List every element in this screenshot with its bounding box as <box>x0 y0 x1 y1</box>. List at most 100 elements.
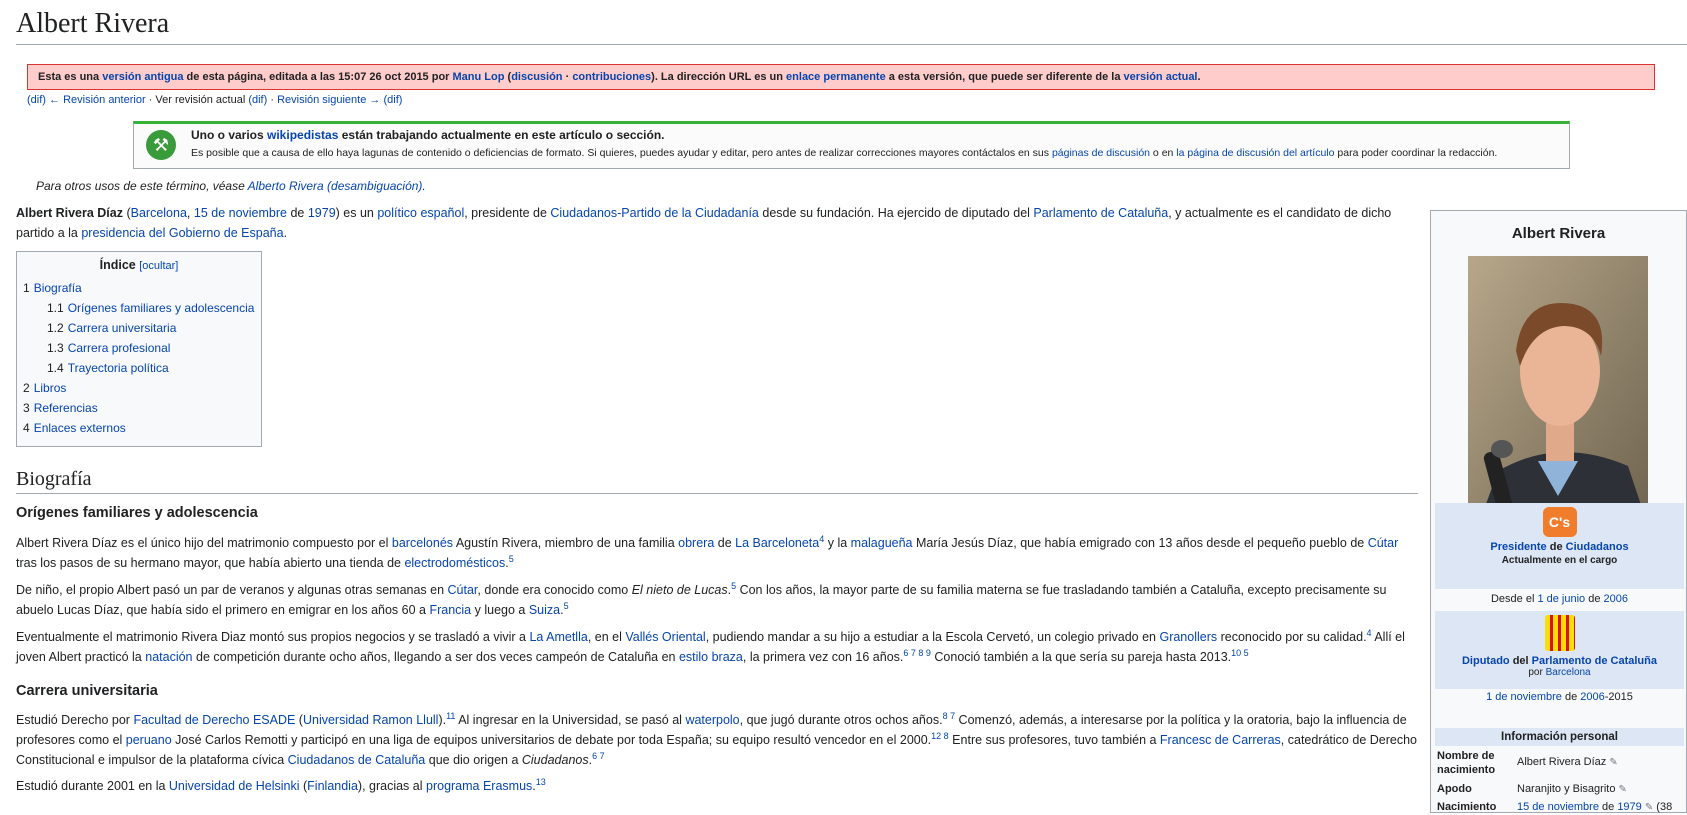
barcelones-link[interactable]: barcelonés <box>392 536 453 550</box>
ciudadanos-link[interactable]: Ciudadanos <box>1566 541 1629 553</box>
parliament-link[interactable]: Parlamento de Cataluña <box>1033 206 1168 220</box>
birthyear-link[interactable]: 1979 <box>1617 801 1641 813</box>
estilo-braza-link[interactable]: estilo braza <box>679 650 743 664</box>
since-year-link[interactable]: 2006 <box>1604 593 1628 605</box>
diff-next-link[interactable]: (dif) <box>383 94 402 106</box>
ramon-llull-link[interactable]: Universidad Ramon Llull <box>303 713 438 727</box>
p4-text-b: ( <box>295 713 303 727</box>
lead-text-6: desde su fundación. Ha ejercido de diput… <box>758 206 1034 220</box>
presidency-link[interactable]: presidencia del Gobierno de España <box>81 226 283 240</box>
office2-constituency: por Barcelona <box>1435 667 1684 678</box>
edit-pencil-icon[interactable]: ✎ <box>1645 802 1653 813</box>
reference-link[interactable]: 6 7 <box>592 751 605 761</box>
suiza-link[interactable]: Suiza <box>529 603 560 617</box>
toc-item[interactable]: 1.4 Trayectoria política <box>23 358 261 378</box>
birthdate-link[interactable]: 15 de noviembre <box>1517 801 1599 813</box>
toc-item-link[interactable]: Trayectoria política <box>68 361 169 375</box>
presidente-link[interactable]: Presidente <box>1490 541 1546 553</box>
disambiguation-link[interactable]: Alberto Rivera (desambiguación) <box>248 179 423 193</box>
talk-pages-link[interactable]: páginas de discusión <box>1052 147 1150 159</box>
politician-link[interactable]: político español <box>377 206 464 220</box>
toc-item-link[interactable]: Referencias <box>34 401 98 415</box>
toc-item-link[interactable]: Libros <box>34 381 67 395</box>
office2-de: de <box>1561 691 1581 703</box>
reference-link[interactable]: 13 <box>536 777 546 787</box>
p3-text-c: , pudiendo mandar a su hijo a estudiar a… <box>705 630 1160 644</box>
reference-link[interactable]: 12 8 <box>931 731 949 741</box>
revision-text-5: a esta versión, que puede ser diferente … <box>885 71 1124 83</box>
toc-item[interactable]: 1 Biografía <box>23 278 261 298</box>
toc-title-text: Índice <box>99 258 136 272</box>
ciudadanos-de-cataluna-link[interactable]: Ciudadanos de Cataluña <box>288 753 426 767</box>
page-title: Albert Rivera <box>16 6 1687 46</box>
toc-item-link[interactable]: Enlaces externos <box>34 421 126 435</box>
p2-text-a: De niño, el propio Albert pasó un par de… <box>16 583 448 597</box>
francesc-de-carreras-link[interactable]: Francesc de Carreras <box>1160 733 1281 747</box>
prev-revision-link[interactable]: ← Revisión anterior <box>49 94 146 106</box>
birthdate-link[interactable]: 15 de noviembre <box>194 206 287 220</box>
toc-item[interactable]: 3 Referencias <box>23 398 261 418</box>
reference-link[interactable]: 6 7 8 9 <box>903 648 931 658</box>
office2-start-date-link[interactable]: 1 de noviembre <box>1486 691 1562 703</box>
party-link[interactable]: Ciudadanos-Partido de la Ciudadanía <box>550 206 758 220</box>
toc-item[interactable]: 1.3 Carrera profesional <box>23 338 261 358</box>
erasmus-link[interactable]: programa Erasmus <box>426 779 532 793</box>
user-link[interactable]: Manu Lop <box>453 71 505 83</box>
edit-pencil-icon[interactable]: ✎ <box>1619 784 1627 795</box>
edit-pencil-icon[interactable]: ✎ <box>1609 757 1617 768</box>
wikipedistas-link[interactable]: wikipedistas <box>267 128 338 142</box>
electrodomesticos-link[interactable]: electrodomésticos <box>404 556 505 570</box>
article-talk-link[interactable]: la página de discusión del artículo <box>1176 147 1334 159</box>
finlandia-link[interactable]: Finlandia <box>307 779 358 793</box>
toc-item[interactable]: 1.1 Orígenes familiares y adolescencia <box>23 298 261 318</box>
la-ametlla-link[interactable]: La Ametlla <box>529 630 587 644</box>
toc-item[interactable]: 2 Libros <box>23 378 261 398</box>
birthplace-link[interactable]: Barcelona <box>131 206 187 220</box>
toc-item-link[interactable]: Carrera profesional <box>68 341 171 355</box>
helsinki-link[interactable]: Universidad de Helsinki <box>169 779 300 793</box>
reference-link[interactable]: 8 7 <box>943 711 956 721</box>
since-date-link[interactable]: 1 de junio <box>1537 593 1585 605</box>
current-version-link[interactable]: versión actual <box>1124 71 1198 83</box>
p4-text-d: Al ingresar en la Universidad, se pasó a… <box>455 713 686 727</box>
toc-item-link[interactable]: Biografía <box>34 281 82 295</box>
parlament-link[interactable]: Parlamento de Cataluña <box>1532 655 1657 667</box>
natacion-link[interactable]: natación <box>145 650 192 664</box>
diputado-link[interactable]: Diputado <box>1462 655 1510 667</box>
user-talk-link[interactable]: discusión <box>511 71 562 83</box>
barcelona-constituency-link[interactable]: Barcelona <box>1546 667 1591 678</box>
cutar-link[interactable]: Cútar <box>448 583 478 597</box>
toc-item[interactable]: 1.2 Carrera universitaria <box>23 318 261 338</box>
worker-icon: ⚒ <box>146 130 176 160</box>
barceloneta-link[interactable]: La Barceloneta <box>735 536 819 550</box>
obrera-link[interactable]: obrera <box>678 536 714 550</box>
waterpolo-link[interactable]: waterpolo <box>685 713 739 727</box>
toc-item-link[interactable]: Carrera universitaria <box>68 321 177 335</box>
toc-hide-button[interactable]: [ocultar] <box>139 260 178 272</box>
office2-position: Diputado del Parlamento de Cataluña <box>1435 655 1684 667</box>
reference-link[interactable]: 5 <box>509 554 514 564</box>
p4-text-a: Estudió Derecho por <box>16 713 134 727</box>
esade-link[interactable]: Facultad de Derecho ESADE <box>133 713 295 727</box>
old-version-link[interactable]: versión antigua <box>102 71 183 83</box>
toc-item[interactable]: 4 Enlaces externos <box>23 418 261 438</box>
malaguena-link[interactable]: malagueña <box>851 536 913 550</box>
diff-prev-link[interactable]: (dif) <box>27 94 46 106</box>
reference-link[interactable]: 5 <box>564 601 569 611</box>
user-contribs-link[interactable]: contribuciones <box>572 71 651 83</box>
permalink-link[interactable]: enlace permanente <box>786 71 886 83</box>
diff-current-link[interactable]: (dif) <box>248 94 267 106</box>
next-revision-link[interactable]: Revisión siguiente → <box>277 94 380 106</box>
peruano-link[interactable]: peruano <box>126 733 172 747</box>
cutar-link[interactable]: Cútar <box>1368 536 1399 550</box>
toc-item-number: 4 <box>23 421 30 435</box>
granollers-link[interactable]: Granollers <box>1159 630 1217 644</box>
portrait-photo[interactable] <box>1468 256 1648 526</box>
reference-link[interactable]: 10 5 <box>1231 648 1249 658</box>
toc-item-link[interactable]: Orígenes familiares y adolescencia <box>68 301 255 315</box>
birthyear-link[interactable]: 1979 <box>308 206 336 220</box>
office2-start-year-link[interactable]: 2006 <box>1580 691 1604 703</box>
francia-link[interactable]: Francia <box>429 603 471 617</box>
infobox-title: Albert Rivera <box>1511 225 1606 242</box>
valles-oriental-link[interactable]: Vallés Oriental <box>625 630 705 644</box>
